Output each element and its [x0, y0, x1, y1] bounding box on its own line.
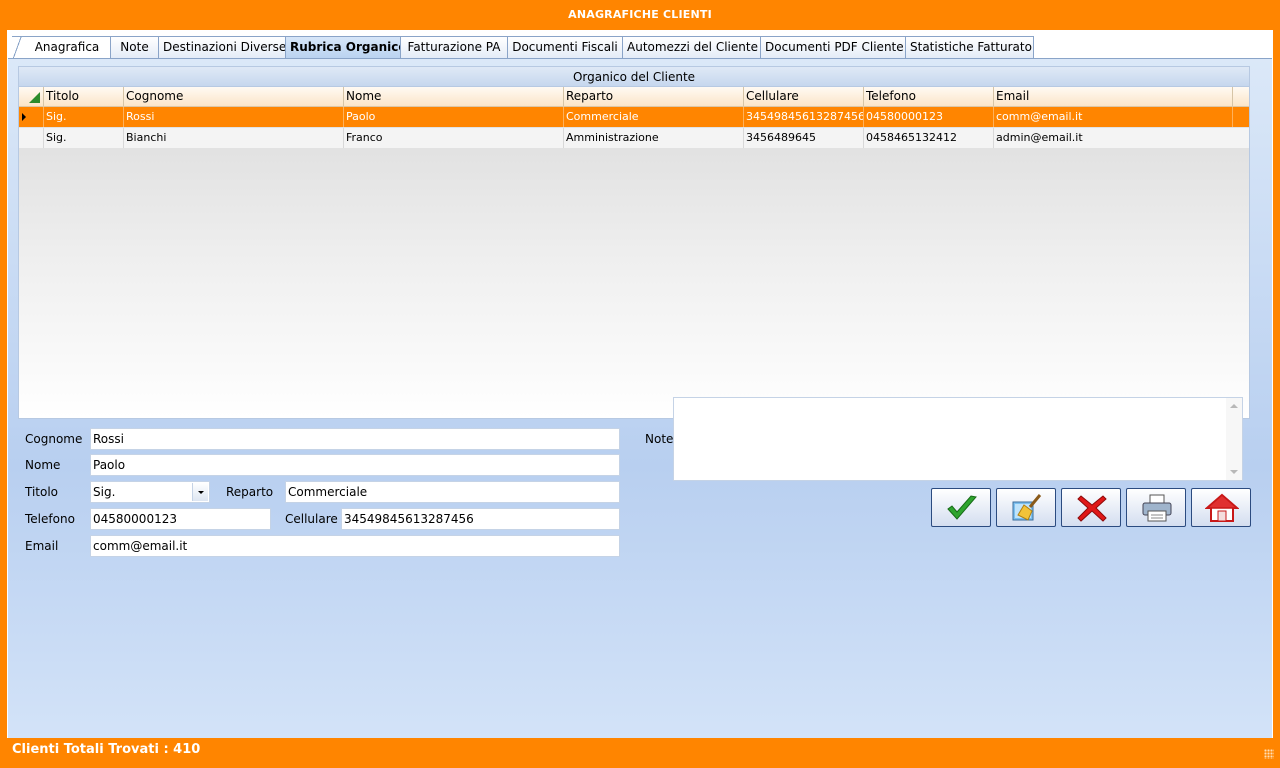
- chevron-down-icon[interactable]: [192, 483, 208, 501]
- window-title: ANAGRAFICHE CLIENTI: [568, 8, 712, 21]
- telefono-label: Telefono: [25, 512, 75, 526]
- home-button[interactable]: [1191, 488, 1251, 527]
- titolo-select[interactable]: Sig.: [90, 481, 210, 503]
- cell-titolo[interactable]: Sig.: [43, 107, 123, 127]
- column-header-titolo[interactable]: Titolo: [43, 87, 123, 106]
- organico-grid[interactable]: Organico del Cliente Titolo Cognome Nome…: [18, 66, 1250, 419]
- cell-cellulare[interactable]: 3456489645: [743, 128, 863, 148]
- column-header-nome[interactable]: Nome: [343, 87, 563, 106]
- table-row[interactable]: Sig. Bianchi Franco Amministrazione 3456…: [19, 128, 1249, 149]
- column-header-email[interactable]: Email: [993, 87, 1233, 106]
- telefono-field[interactable]: 04580000123: [90, 508, 271, 530]
- cell-telefono[interactable]: 04580000123: [863, 107, 993, 127]
- cell-email[interactable]: admin@email.it: [993, 128, 1233, 148]
- table-row[interactable]: Sig. Rossi Paolo Commerciale 34549845613…: [19, 107, 1249, 128]
- nome-field[interactable]: Paolo: [90, 454, 620, 476]
- email-field[interactable]: comm@email.it: [90, 535, 620, 557]
- scroll-down-icon[interactable]: [1230, 470, 1238, 474]
- resize-grip-icon[interactable]: [1264, 749, 1274, 759]
- column-header-telefono[interactable]: Telefono: [863, 87, 993, 106]
- clear-button[interactable]: [996, 488, 1056, 527]
- cell-nome[interactable]: Paolo: [343, 107, 563, 127]
- tab-documenti-fiscali[interactable]: Documenti Fiscali: [507, 36, 623, 58]
- tab-anagrafica[interactable]: Anagrafica: [12, 36, 111, 58]
- cell-cognome[interactable]: Bianchi: [123, 128, 343, 148]
- reparto-label: Reparto: [226, 485, 274, 499]
- note-scrollbar[interactable]: [1226, 398, 1242, 480]
- home-icon: [1205, 493, 1239, 522]
- cell-cellulare[interactable]: 34549845613287456: [743, 107, 863, 127]
- tab-statistiche-fatturato[interactable]: Statistiche Fatturato: [905, 36, 1034, 58]
- reparto-field[interactable]: Commerciale: [285, 481, 620, 503]
- cellulare-field[interactable]: 34549845613287456: [341, 508, 620, 530]
- tab-documenti-pdf-cliente[interactable]: Documenti PDF Cliente: [760, 36, 906, 58]
- titolo-selected-value: Sig.: [93, 485, 116, 499]
- delete-button[interactable]: [1061, 488, 1121, 527]
- confirm-button[interactable]: [931, 488, 991, 527]
- cell-reparto[interactable]: Commerciale: [563, 107, 743, 127]
- status-bar: Clienti Totali Trovati : 410: [0, 738, 1280, 761]
- note-label: Note: [645, 432, 674, 446]
- status-text: Clienti Totali Trovati : 410: [12, 742, 201, 757]
- cell-reparto[interactable]: Amministrazione: [563, 128, 743, 148]
- cell-nome[interactable]: Franco: [343, 128, 563, 148]
- note-textarea[interactable]: [673, 397, 1243, 481]
- tab-destinazioni-diverse[interactable]: Destinazioni Diverse: [158, 36, 286, 58]
- titolo-label: Titolo: [25, 485, 59, 499]
- cell-titolo[interactable]: Sig.: [43, 128, 123, 148]
- broom-icon: [1012, 494, 1042, 521]
- cell-email[interactable]: comm@email.it: [993, 107, 1233, 127]
- cell-cognome[interactable]: Rossi: [123, 107, 343, 127]
- tab-automezzi-del-cliente[interactable]: Automezzi del Cliente: [622, 36, 761, 58]
- print-button[interactable]: [1126, 488, 1186, 527]
- select-all-icon: [29, 92, 40, 103]
- tab-note[interactable]: Note: [110, 36, 159, 58]
- cognome-field[interactable]: Rossi: [90, 428, 620, 450]
- scroll-up-icon[interactable]: [1230, 404, 1238, 408]
- row-indicator: [19, 107, 43, 127]
- grid-caption: Organico del Cliente: [19, 67, 1249, 87]
- window-client-area: Anagrafica Note Destinazioni Diverse Rub…: [7, 30, 1273, 738]
- tab-strip: Anagrafica Note Destinazioni Diverse Rub…: [7, 36, 1273, 59]
- cell-telefono[interactable]: 0458465132412: [863, 128, 993, 148]
- checkmark-icon: [947, 495, 977, 520]
- printer-icon: [1142, 494, 1172, 522]
- column-header-cognome[interactable]: Cognome: [123, 87, 343, 106]
- grid-corner[interactable]: [19, 87, 43, 106]
- column-header-reparto[interactable]: Reparto: [563, 87, 743, 106]
- tab-fatturazione-pa[interactable]: Fatturazione PA: [400, 36, 508, 58]
- current-row-arrow-icon: [22, 113, 26, 121]
- nome-label: Nome: [25, 458, 61, 472]
- red-x-icon: [1077, 495, 1107, 522]
- email-label: Email: [25, 539, 59, 553]
- row-indicator: [19, 128, 43, 148]
- grid-header-row: Titolo Cognome Nome Reparto Cellulare Te…: [19, 87, 1249, 107]
- column-header-cellulare[interactable]: Cellulare: [743, 87, 863, 106]
- cellulare-label: Cellulare: [285, 512, 338, 526]
- cognome-label: Cognome: [25, 432, 83, 446]
- tab-rubrica-organico[interactable]: Rubrica Organico: [285, 36, 401, 59]
